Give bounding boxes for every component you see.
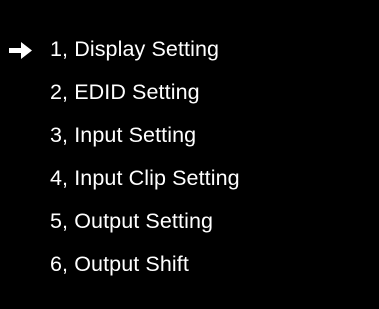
menu-item-label: 2, EDID Setting <box>50 80 200 104</box>
menu-item-label: 4, Input Clip Setting <box>50 166 240 190</box>
menu-item-label: 3, Input Setting <box>50 123 197 147</box>
menu-item-label: 5, Output Setting <box>50 209 214 233</box>
menu-item-label: 1, Display Setting <box>50 37 220 61</box>
menu-item-label: 6, Output Shift <box>50 252 189 276</box>
right-arrow-icon <box>9 42 33 59</box>
osd-menu-screen: 1, Display Setting 2, EDID Setting 3, In… <box>0 0 379 309</box>
